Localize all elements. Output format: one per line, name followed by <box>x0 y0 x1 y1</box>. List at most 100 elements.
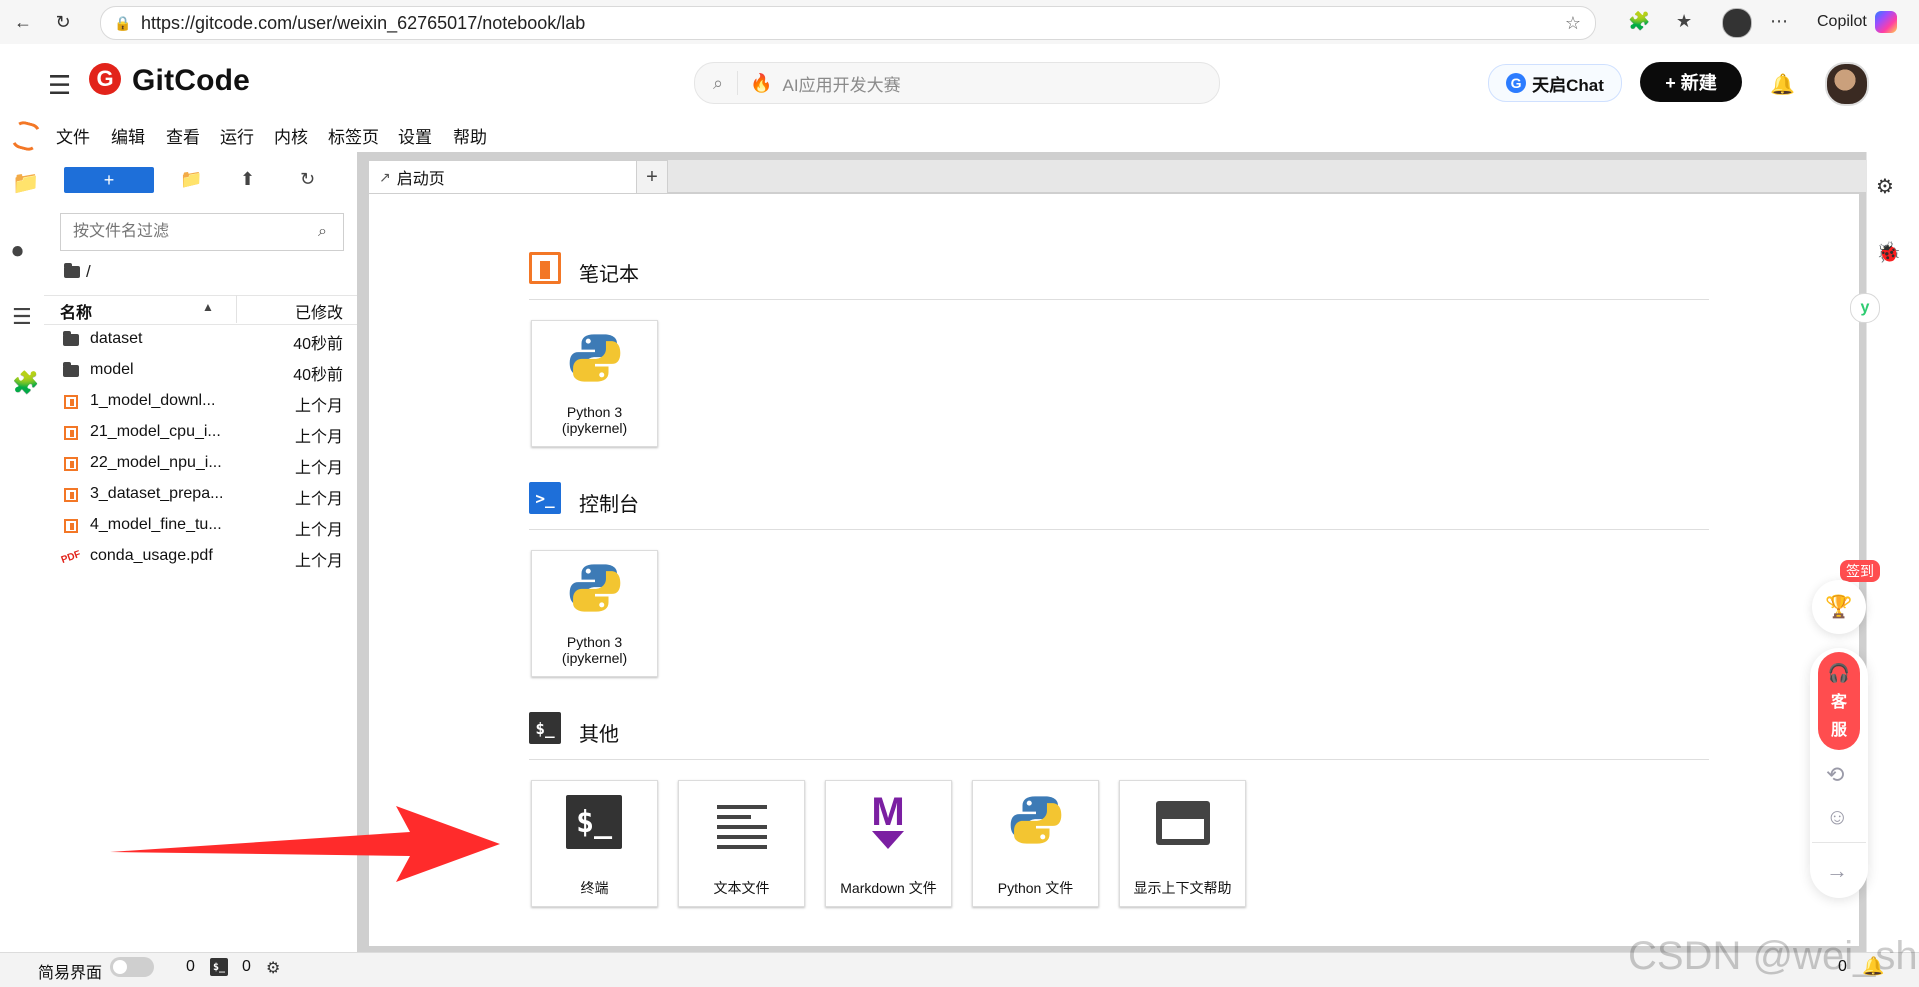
launcher-card-terminal[interactable]: $_ 终端 <box>531 780 658 907</box>
menu-run[interactable]: 运行 <box>220 123 254 148</box>
notebook-icon <box>62 424 80 442</box>
launcher-tab-icon: ↗ <box>379 168 391 185</box>
file-filter-input[interactable] <box>71 222 295 242</box>
new-launcher-button[interactable]: + <box>64 167 154 193</box>
file-modified: 上个月 <box>294 460 343 477</box>
breadcrumb[interactable]: / <box>64 262 91 282</box>
property-inspector-icon[interactable]: ⚙ <box>1876 174 1894 199</box>
service-text-1: 客 <box>1830 693 1847 711</box>
launcher-card-python-console[interactable]: Python 3 (ipykernel) <box>531 550 658 677</box>
card-label: 终端 <box>580 880 609 896</box>
breadcrumb-path: / <box>86 262 91 281</box>
menu-file[interactable]: 文件 <box>56 123 90 148</box>
launcher-card-python-file[interactable]: Python 文件 <box>972 780 1099 907</box>
file-browser-icon[interactable]: 📁 <box>12 170 39 196</box>
kernels-count: 0 <box>242 958 251 975</box>
file-row[interactable]: 22_model_npu_i... 上个月 <box>44 448 357 479</box>
context-help-icon <box>1156 801 1210 845</box>
card-label-line1: Python 3 <box>566 404 623 420</box>
card-label: Python 3 (ipykernel) <box>532 404 657 436</box>
card-label-line1: Python 3 <box>566 634 623 650</box>
column-modified[interactable]: 已修改 <box>295 299 343 323</box>
file-name: 1_model_downl... <box>90 392 216 409</box>
more-icon[interactable]: ⋯ <box>1770 11 1788 32</box>
red-arrow-annotation <box>110 806 500 882</box>
file-name: 21_model_cpu_i... <box>90 423 221 440</box>
upload-icon[interactable]: ⬆ <box>240 169 255 190</box>
new-button[interactable]: + 新建 <box>1640 62 1742 102</box>
favorites-icon[interactable]: ★ <box>1676 11 1692 32</box>
copilot-label: Copilot <box>1817 13 1867 30</box>
simple-ui-toggle[interactable] <box>110 957 154 977</box>
site-search[interactable]: ⌕ 🔥 AI应用开发大赛 <box>694 62 1220 104</box>
column-name[interactable]: 名称 <box>60 299 92 323</box>
address-bar[interactable]: 🔒 https://gitcode.com/user/weixin_627650… <box>100 6 1596 40</box>
fire-icon: 🔥 <box>750 72 773 93</box>
launcher-card-markdown-file[interactable]: M Markdown 文件 <box>825 780 952 907</box>
tab-launcher[interactable]: ↗ 启动页 <box>368 160 637 193</box>
terminal-icon: $_ <box>566 795 622 849</box>
address-text: https://gitcode.com/user/weixin_62765017… <box>141 12 586 33</box>
section-divider <box>529 299 1709 300</box>
profile-avatar[interactable] <box>1722 8 1752 38</box>
menu-kernel[interactable]: 内核 <box>274 123 308 148</box>
right-sidebar <box>1866 152 1919 952</box>
extensions-icon[interactable]: 🧩 <box>1628 11 1650 32</box>
file-row[interactable]: 1_model_downl... 上个月 <box>44 386 357 417</box>
refresh-files-icon[interactable]: ↻ <box>300 169 315 190</box>
file-modified: 上个月 <box>294 522 343 539</box>
notifications-bell-icon[interactable]: 🔔 <box>1862 956 1884 977</box>
menu-view[interactable]: 查看 <box>166 123 200 148</box>
new-folder-icon[interactable]: 📁 <box>180 169 202 190</box>
file-row[interactable]: 3_dataset_prepa... 上个月 <box>44 479 357 510</box>
arrow-right-icon[interactable]: → <box>1826 858 1848 884</box>
refresh-icon[interactable]: ↻ <box>50 9 76 35</box>
gitcode-logo-icon[interactable]: G <box>89 63 121 95</box>
launcher-card-text-file[interactable]: 文本文件 <box>678 780 805 907</box>
card-label: 显示上下文帮助 <box>1133 880 1232 896</box>
debugger-icon[interactable]: 🐞 <box>1876 240 1901 265</box>
file-list: dataset 40秒前 model 40秒前 1_model_downl...… <box>44 324 357 572</box>
python-logo-icon <box>569 334 621 382</box>
gitcode-brand[interactable]: GitCode <box>132 64 250 98</box>
smile-icon[interactable]: ☺ <box>1826 804 1848 830</box>
extensions-icon[interactable]: 🧩 <box>12 370 39 396</box>
hamburger-menu-icon[interactable]: ☰ <box>48 70 71 101</box>
sort-ascending-icon[interactable]: ▲ <box>202 300 214 314</box>
menu-help[interactable]: 帮助 <box>453 123 487 148</box>
green-logo-icon[interactable]: y <box>1850 293 1880 323</box>
favorite-star-icon[interactable]: ☆ <box>1565 13 1581 34</box>
launcher-card-python-notebook[interactable]: Python 3 (ipykernel) <box>531 320 658 447</box>
file-row[interactable]: 21_model_cpu_i... 上个月 <box>44 417 357 448</box>
other-section-icon: $_ <box>529 712 561 744</box>
refresh-circle-icon[interactable]: ⟲ <box>1826 762 1844 788</box>
chat-button-label: 天启Chat <box>1532 75 1604 95</box>
back-icon[interactable]: ← <box>10 9 36 35</box>
running-icon[interactable]: ⏺ <box>12 238 23 264</box>
file-row[interactable]: PDF conda_usage.pdf 上个月 <box>44 541 357 572</box>
folder-icon <box>64 263 80 278</box>
file-row[interactable]: dataset 40秒前 <box>44 324 357 355</box>
trophy-icon[interactable]: 🏆 <box>1812 580 1866 634</box>
file-filter[interactable]: ⌕ <box>60 213 344 251</box>
copilot-button[interactable]: Copilot <box>1817 8 1897 36</box>
file-row[interactable]: 4_model_fine_tu... 上个月 <box>44 510 357 541</box>
add-tab-button[interactable]: + <box>636 160 668 194</box>
menu-edit[interactable]: 编辑 <box>111 123 145 148</box>
card-label: 文本文件 <box>713 880 770 896</box>
user-avatar[interactable] <box>1825 62 1869 106</box>
tianqi-chat-button[interactable]: G 天启Chat <box>1488 64 1622 102</box>
file-name: 4_model_fine_tu... <box>90 516 222 533</box>
card-label: Python 3 (ipykernel) <box>532 634 657 666</box>
table-of-contents-icon[interactable]: ☰ <box>12 304 32 330</box>
signin-badge[interactable]: 签到 <box>1840 560 1880 582</box>
file-row[interactable]: model 40秒前 <box>44 355 357 386</box>
launcher-card-context-help[interactable]: 显示上下文帮助 <box>1119 780 1246 907</box>
menu-settings[interactable]: 设置 <box>398 123 432 148</box>
customer-service-button[interactable]: 🎧 客 服 <box>1818 652 1860 750</box>
notifications-bell-icon[interactable]: 🔔 <box>1770 72 1795 97</box>
terminal-status-icon: $_ <box>210 958 228 976</box>
file-name: conda_usage.pdf <box>90 547 213 564</box>
notebook-section-icon <box>529 252 561 284</box>
menu-tabs[interactable]: 标签页 <box>328 123 379 148</box>
